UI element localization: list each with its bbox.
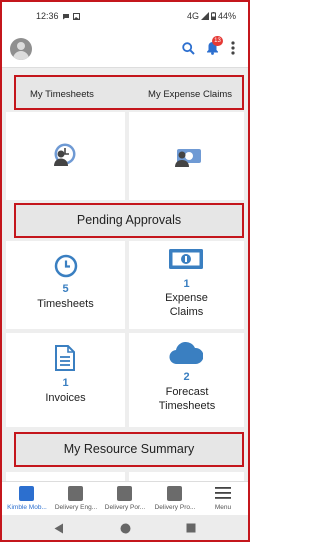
status-right-group: 4G 44% — [187, 11, 236, 21]
recents-icon[interactable] — [186, 523, 196, 533]
expense-claims-approval-tile[interactable]: 1 Expense Claims — [129, 241, 244, 329]
nav-kimble-mobile[interactable]: Kimble Mob... — [2, 482, 52, 516]
my-expense-claims-tile[interactable] — [129, 112, 244, 200]
notification-badge: 13 — [212, 36, 223, 46]
cloud-icon — [169, 341, 203, 365]
resource-summary-header: My Resource Summary — [14, 432, 244, 467]
forecast-timesheets-count: 2 — [183, 371, 190, 383]
nav-label: Delivery Eng... — [54, 504, 98, 511]
avatar-body — [13, 51, 29, 60]
back-icon[interactable] — [54, 523, 64, 534]
tab-my-expense-claims[interactable]: My Expense Claims — [148, 89, 232, 100]
system-nav-bar — [2, 515, 248, 540]
timesheet-person-icon — [54, 143, 76, 166]
clock-icon — [54, 254, 78, 278]
avatar-head — [17, 42, 25, 50]
status-time: 12:36 — [36, 11, 59, 21]
main-content: My Timesheets My Expense Claims Pending … — [2, 68, 248, 481]
pending-approvals-header: Pending Approvals — [14, 203, 244, 238]
nav-label: Menu — [214, 504, 232, 511]
nav-delivery-program[interactable]: Delivery Pro... — [150, 482, 200, 516]
app-frame: 12:36 4G 44% 13 My Timesheets My Expense… — [0, 0, 250, 542]
network-label: 4G — [186, 11, 199, 21]
invoices-approval-tile[interactable]: 1 Invoices — [6, 333, 125, 427]
delivery-engagement-icon — [68, 486, 83, 501]
nav-delivery-portfolio[interactable]: Delivery Por... — [100, 482, 150, 516]
nav-delivery-engagement[interactable]: Delivery Eng... — [51, 482, 101, 516]
forecast-timesheets-approval-tile[interactable]: 2 Forecast Timesheets — [129, 333, 244, 427]
signal-icon — [200, 12, 209, 20]
nav-label: Kimble Mob... — [7, 504, 47, 511]
gallery-icon — [72, 12, 80, 20]
delivery-program-icon — [167, 486, 182, 501]
timesheets-count: 5 — [62, 283, 69, 295]
forecast-timesheets-label: Forecast Timesheets — [158, 386, 216, 412]
hamburger-icon — [215, 487, 231, 499]
delivery-portfolio-icon — [117, 486, 132, 501]
resource-summary-tile-right[interactable] — [129, 472, 244, 481]
nav-label: Delivery Por... — [104, 504, 146, 511]
more-vert-icon[interactable] — [231, 41, 235, 55]
my-timesheets-tile[interactable] — [6, 112, 125, 200]
avatar[interactable] — [10, 38, 32, 60]
tab-my-timesheets[interactable]: My Timesheets — [30, 89, 94, 100]
battery-label: 44% — [217, 11, 236, 21]
expense-claims-count: 1 — [183, 278, 190, 290]
money-bill-icon — [169, 249, 203, 269]
nav-label: Delivery Pro... — [154, 504, 196, 511]
resource-summary-tile-left[interactable] — [6, 472, 125, 481]
invoices-label: Invoices — [45, 392, 86, 404]
expense-claims-label: Expense Claims — [165, 292, 208, 318]
app-bar: 13 — [2, 30, 248, 68]
kimble-app-icon — [19, 486, 34, 501]
bottom-nav: Kimble Mob... Delivery Eng... Delivery P… — [2, 481, 248, 515]
invoices-count: 1 — [62, 377, 69, 389]
document-icon — [55, 345, 75, 371]
search-icon[interactable] — [182, 42, 195, 55]
timesheets-approval-tile[interactable]: 5 Timesheets — [6, 241, 125, 329]
status-time-group: 12:36 — [36, 11, 80, 21]
home-icon[interactable] — [120, 523, 131, 534]
nav-menu[interactable]: Menu — [198, 482, 248, 516]
chat-icon — [62, 13, 69, 19]
status-bar: 12:36 4G 44% — [2, 2, 248, 30]
timesheets-label: Timesheets — [37, 298, 94, 310]
tab-bar: My Timesheets My Expense Claims — [14, 75, 244, 110]
battery-icon — [210, 12, 216, 20]
expense-person-icon — [175, 149, 201, 167]
